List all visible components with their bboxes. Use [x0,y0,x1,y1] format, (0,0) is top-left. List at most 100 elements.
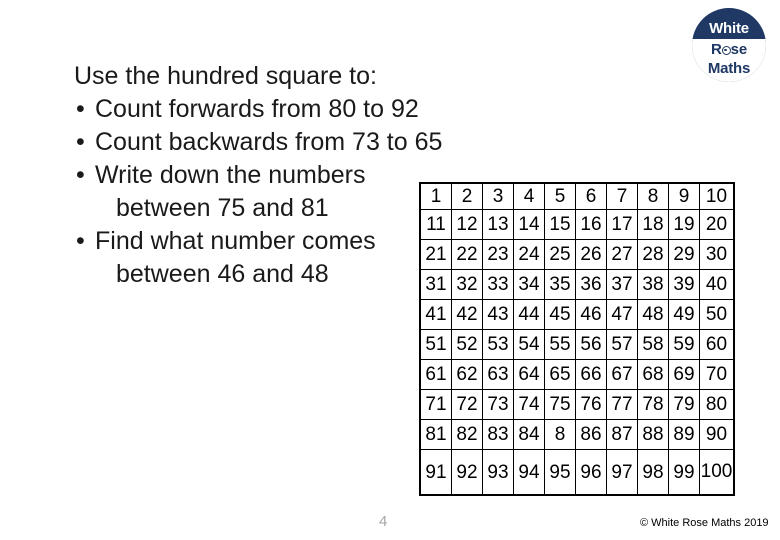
grid-cell: 82 [451,419,483,450]
grid-cell: 7 [606,182,638,210]
grid-cell: 91 [419,449,452,496]
grid-cell: 14 [513,209,545,240]
question-text-block: Use the hundred square to: • Count forwa… [74,60,474,291]
list-item-continuation-label: between 46 and 48 [116,260,329,288]
grid-cell: 96 [575,449,607,496]
rose-flower-icon [721,46,731,55]
grid-cell: 47 [606,299,638,330]
grid-cell: 67 [606,359,638,390]
grid-cell: 44 [513,299,545,330]
grid-cell: 30 [699,239,735,270]
grid-cell: 36 [575,269,607,300]
grid-cell: 62 [451,359,483,390]
grid-cell: 19 [668,209,700,240]
grid-cell: 51 [419,329,452,360]
grid-cell: 42 [451,299,483,330]
bullet-icon: • [76,128,85,156]
grid-cell: 94 [513,449,545,496]
table-row: 51 52 53 54 55 56 57 58 59 60 [419,329,735,360]
grid-cell: 78 [637,389,669,420]
grid-cell: 18 [637,209,669,240]
task-list: • Count forwards from 80 to 92 • Count b… [74,93,474,291]
grid-cell: 69 [668,359,700,390]
list-item-label: Write down the numbers [95,161,366,189]
grid-cell: 80 [699,389,735,420]
white-rose-maths-logo: White Rse Maths [692,8,766,82]
table-row: 61 62 63 64 65 66 67 68 69 70 [419,359,735,390]
grid-cell: 8 [637,182,669,210]
grid-cell: 16 [575,209,607,240]
grid-cell: 73 [482,389,514,420]
grid-cell: 59 [668,329,700,360]
list-item-label: Count forwards from 80 to 92 [95,95,419,123]
grid-cell: 76 [575,389,607,420]
grid-cell: 29 [668,239,700,270]
grid-cell: 25 [544,239,576,270]
grid-cell: 86 [575,419,607,450]
grid-cell: 64 [513,359,545,390]
grid-cell: 24 [513,239,545,270]
grid-cell: 83 [482,419,514,450]
list-item: • Write down the numbers [74,159,474,192]
table-row: 81 82 83 84 8 86 87 88 89 90 [419,419,735,450]
grid-cell: 3 [482,182,514,210]
grid-cell: 58 [637,329,669,360]
grid-cell: 52 [451,329,483,360]
list-item-label: Count backwards from 73 to 65 [95,128,443,156]
list-item: • Count forwards from 80 to 92 [74,93,474,126]
list-item-continuation-label: between 75 and 81 [116,194,329,222]
grid-cell: 65 [544,359,576,390]
grid-cell: 38 [637,269,669,300]
grid-cell: 75 [544,389,576,420]
grid-cell: 70 [699,359,735,390]
grid-cell: 61 [419,359,452,390]
grid-cell: 88 [637,419,669,450]
logo-line-rose: Rse [692,42,766,57]
grid-cell: 87 [606,419,638,450]
table-row: 71 72 73 74 75 76 77 78 79 80 [419,389,735,420]
grid-cell: 100 [699,449,735,496]
instruction-lead: Use the hundred square to: [74,62,377,90]
grid-cell: 53 [482,329,514,360]
list-item-continuation: between 46 and 48 [74,258,474,291]
grid-cell: 28 [637,239,669,270]
bullet-icon: • [76,227,85,255]
grid-cell: 98 [637,449,669,496]
table-row: 41 42 43 44 45 46 47 48 49 50 [419,299,735,330]
grid-cell: 89 [668,419,700,450]
grid-cell: 15 [544,209,576,240]
grid-cell: 71 [419,389,452,420]
grid-cell: 74 [513,389,545,420]
grid-cell: 6 [575,182,607,210]
grid-cell: 13 [482,209,514,240]
grid-cell: 33 [482,269,514,300]
grid-cell: 72 [451,389,483,420]
logo-rose-suffix: se [730,41,748,58]
grid-cell: 5 [544,182,576,210]
grid-cell: 48 [637,299,669,330]
grid-cell: 23 [482,239,514,270]
list-item: • Find what number comes [74,225,474,258]
bullet-icon: • [76,95,85,123]
grid-cell: 77 [606,389,638,420]
grid-cell: 39 [668,269,700,300]
grid-cell: 84 [513,419,545,450]
grid-cell: 46 [575,299,607,330]
grid-cell: 99 [668,449,700,496]
grid-cell: 81 [419,419,452,450]
grid-cell: 20 [699,209,735,240]
grid-cell: 26 [575,239,607,270]
grid-cell: 68 [637,359,669,390]
grid-cell: 56 [575,329,607,360]
grid-cell: 54 [513,329,545,360]
grid-cell: 27 [606,239,638,270]
grid-cell: 35 [544,269,576,300]
grid-cell: 93 [482,449,514,496]
table-row: 91 92 93 94 95 96 97 98 99 100 [419,449,735,496]
grid-cell: 50 [699,299,735,330]
logo-line-white: White [709,20,749,37]
grid-cell: 41 [419,299,452,330]
grid-cell: 17 [606,209,638,240]
grid-cell: 40 [699,269,735,300]
grid-cell: 34 [513,269,545,300]
